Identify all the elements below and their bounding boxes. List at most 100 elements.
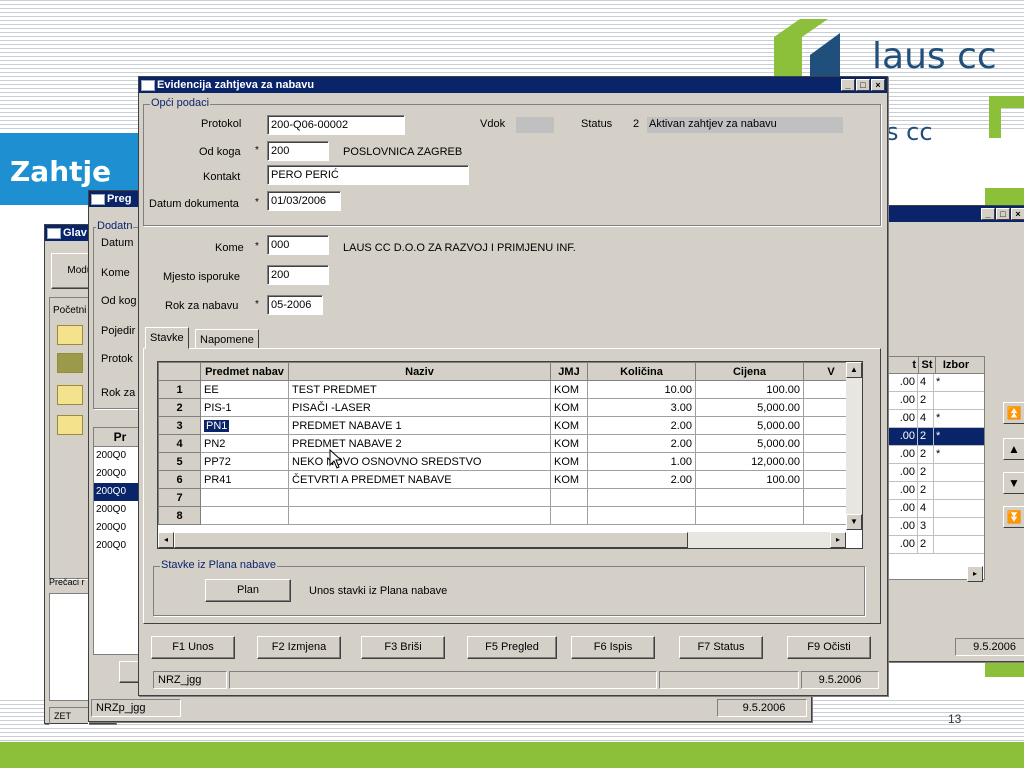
table-cell[interactable]: PP72 — [200, 452, 289, 471]
table-cell[interactable] — [695, 488, 804, 507]
table-cell[interactable]: 2.00 — [587, 470, 696, 489]
f1-new-button[interactable]: F1 Unos — [151, 636, 235, 659]
first-record-icon[interactable]: ⏫ — [1003, 402, 1024, 424]
table-cell[interactable]: KOM — [550, 452, 588, 471]
items-grid[interactable]: Predmet nabav Naziv JMJ Količina Cijena V 1 EE… — [157, 361, 863, 549]
table-cell[interactable]: 100.00 — [695, 380, 804, 399]
recipient-code-field[interactable]: 000 — [267, 235, 329, 255]
folder-icon[interactable] — [57, 325, 83, 345]
protocol-field[interactable]: 200-Q06-00002 — [267, 115, 405, 135]
f2-edit-button[interactable]: F2 Izmjena — [257, 636, 341, 659]
f7-status-button[interactable]: F7 Status — [679, 636, 763, 659]
deadline-field[interactable]: 05-2006 — [267, 295, 323, 315]
table-row[interactable]: 8 — [158, 506, 859, 525]
column-header[interactable]: Naziv — [288, 362, 551, 381]
table-cell[interactable]: 12,000.00 — [695, 452, 804, 471]
folder-icon[interactable] — [57, 353, 83, 373]
table-cell[interactable]: KOM — [550, 470, 588, 489]
table-cell[interactable]: NEKO NOVO OSNOVNO SREDSTVO — [288, 452, 551, 471]
table-row[interactable]: .00 2 — [882, 464, 984, 482]
table-cell[interactable]: EE — [200, 380, 289, 399]
close-button[interactable]: × — [1011, 208, 1024, 220]
scroll-left-button[interactable]: ◂ — [158, 532, 174, 548]
folder-icon[interactable] — [57, 415, 83, 435]
close-button[interactable]: × — [871, 79, 885, 91]
table-cell[interactable] — [587, 506, 696, 525]
previous-record-icon[interactable]: ▲ — [1003, 438, 1024, 460]
vertical-scrollbar[interactable]: ▲ ▼ — [846, 362, 862, 530]
table-cell[interactable]: 100.00 — [695, 470, 804, 489]
column-header[interactable]: Količina — [587, 362, 696, 381]
folder-icon[interactable] — [57, 385, 83, 405]
selected-cell-value[interactable]: PN1 — [204, 419, 230, 432]
requester-code-field[interactable]: 200 — [267, 141, 329, 161]
table-cell[interactable]: 5,000.00 — [695, 398, 804, 417]
table-cell[interactable]: KOM — [550, 398, 588, 417]
table-row[interactable]: 3 PN1 PREDMET NABAVE 1 KOM 2.00 5,000.00 — [158, 416, 859, 435]
table-row[interactable]: .00 2 — [882, 482, 984, 500]
column-header[interactable] — [158, 362, 201, 381]
table-cell[interactable] — [695, 506, 804, 525]
table-row[interactable]: .00 2 * — [882, 428, 984, 446]
contact-field[interactable]: PERO PERIĆ — [267, 165, 469, 185]
table-row[interactable]: 5 PP72 NEKO NOVO OSNOVNO SREDSTVO KOM 1.00 12… — [158, 452, 859, 471]
table-cell[interactable]: 1.00 — [587, 452, 696, 471]
scroll-up-button[interactable]: ▲ — [846, 362, 862, 378]
f9-clear-button[interactable]: F9 Očisti — [787, 636, 871, 659]
table-cell[interactable] — [550, 506, 588, 525]
maximize-button[interactable]: □ — [856, 79, 870, 91]
table-cell[interactable]: PISAČI -LASER — [288, 398, 551, 417]
horizontal-scrollbar[interactable]: ◂ ▸ — [158, 532, 846, 548]
table-row[interactable]: .00 4 * — [882, 410, 984, 428]
table-row[interactable]: .00 2 — [882, 392, 984, 410]
table-cell[interactable]: KOM — [550, 434, 588, 453]
table-cell[interactable]: 2.00 — [587, 434, 696, 453]
table-row[interactable]: 6 PR41 ČETVRTI A PREDMET NABAVE KOM 2.00 100.… — [158, 470, 859, 489]
table-row[interactable]: .00 2 * — [882, 446, 984, 464]
table-row[interactable]: 2 PIS-1 PISAČI -LASER KOM 3.00 5,000.00 — [158, 398, 859, 417]
table-cell[interactable] — [550, 488, 588, 507]
f6-print-button[interactable]: F6 Ispis — [571, 636, 655, 659]
table-cell[interactable]: KOM — [550, 380, 588, 399]
scroll-right-button[interactable]: ▸ — [967, 566, 983, 582]
document-date-field[interactable]: 01/03/2006 — [267, 191, 341, 211]
f3-delete-button[interactable]: F3 Briši — [361, 636, 445, 659]
scroll-down-button[interactable]: ▼ — [846, 514, 862, 530]
column-header[interactable]: Cijena — [695, 362, 804, 381]
delivery-place-field[interactable]: 200 — [267, 265, 329, 285]
table-row[interactable]: .00 4 — [882, 500, 984, 518]
table-cell[interactable]: PIS-1 — [200, 398, 289, 417]
table-cell[interactable]: PN2 — [200, 434, 289, 453]
table-cell[interactable] — [200, 506, 289, 525]
scroll-thumb[interactable] — [174, 532, 688, 548]
table-cell[interactable]: KOM — [550, 416, 588, 435]
last-record-icon[interactable]: ⏬ — [1003, 506, 1024, 528]
table-row[interactable]: .00 3 — [882, 518, 984, 536]
column-header[interactable]: Predmet nabav — [200, 362, 289, 381]
table-cell[interactable]: 10.00 — [587, 380, 696, 399]
tab-items[interactable]: Stavke — [145, 327, 189, 349]
minimize-button[interactable]: _ — [981, 208, 995, 220]
tab-notes[interactable]: Napomene — [195, 329, 259, 349]
table-cell[interactable]: TEST PREDMET — [288, 380, 551, 399]
table-row[interactable]: .00 4 * — [882, 374, 984, 392]
table-cell[interactable] — [200, 488, 289, 507]
table-row[interactable]: 7 — [158, 488, 859, 507]
plan-button[interactable]: Plan — [205, 579, 291, 602]
table-cell[interactable]: PR41 — [200, 470, 289, 489]
f5-preview-button[interactable]: F5 Pregled — [467, 636, 557, 659]
table-row[interactable]: .00 2 — [882, 536, 984, 554]
table-cell[interactable]: 5,000.00 — [695, 434, 804, 453]
table-cell[interactable]: PREDMET NABAVE 1 — [288, 416, 551, 435]
table-cell[interactable]: PREDMET NABAVE 2 — [288, 434, 551, 453]
table-cell[interactable] — [587, 488, 696, 507]
table-cell[interactable]: 2.00 — [587, 416, 696, 435]
table-cell[interactable] — [288, 488, 551, 507]
table-cell[interactable]: 5,000.00 — [695, 416, 804, 435]
scroll-right-button[interactable]: ▸ — [830, 532, 846, 548]
table-cell[interactable]: ČETVRTI A PREDMET NABAVE — [288, 470, 551, 489]
table-cell[interactable] — [288, 506, 551, 525]
next-record-icon[interactable]: ▼ — [1003, 472, 1024, 494]
table-cell[interactable]: PN1 — [200, 416, 289, 435]
maximize-button[interactable]: □ — [996, 208, 1010, 220]
